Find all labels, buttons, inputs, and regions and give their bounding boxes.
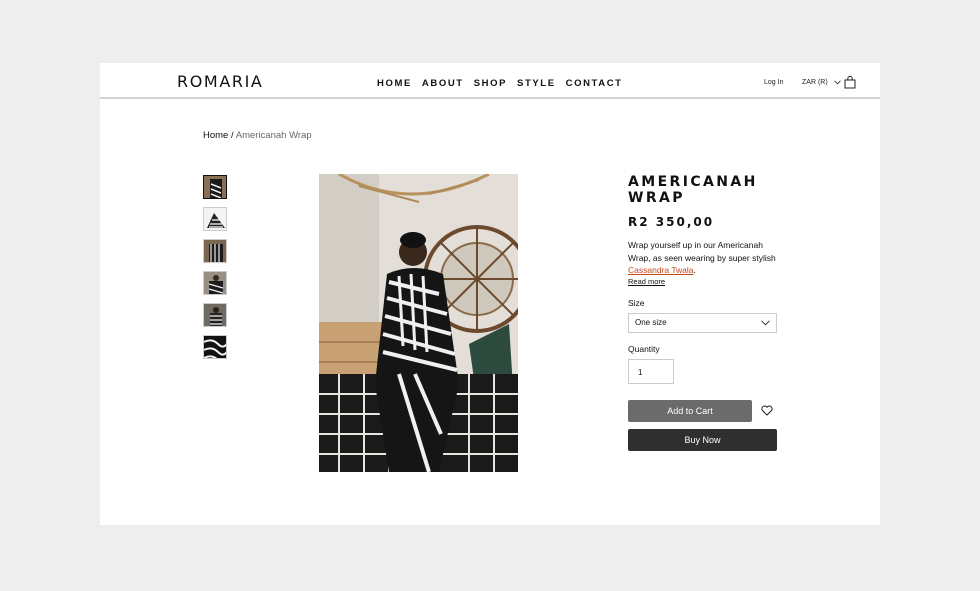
main-nav: HOME ABOUT SHOP STYLE CONTACT bbox=[377, 78, 623, 89]
currency-label: ZAR (R) bbox=[802, 79, 828, 86]
thumbnail-1[interactable] bbox=[203, 175, 227, 199]
add-to-cart-button[interactable]: Add to Cart bbox=[628, 399, 752, 422]
breadcrumb-home[interactable]: Home bbox=[203, 130, 228, 141]
currency-selector[interactable]: ZAR (R) bbox=[802, 79, 841, 86]
thumbnail-2[interactable] bbox=[203, 207, 227, 231]
buy-now-button[interactable]: Buy Now bbox=[628, 428, 777, 451]
read-more-link[interactable]: Read more bbox=[628, 277, 778, 286]
chevron-down-icon bbox=[833, 80, 841, 85]
heart-icon[interactable] bbox=[761, 405, 773, 416]
thumbnail-3[interactable] bbox=[203, 239, 227, 263]
breadcrumb-separator: / bbox=[228, 130, 236, 141]
shopping-bag-icon[interactable] bbox=[844, 76, 856, 89]
nav-contact[interactable]: CONTACT bbox=[566, 78, 623, 89]
product-price: R2 350,00 bbox=[628, 215, 715, 229]
nav-home[interactable]: HOME bbox=[377, 78, 412, 89]
cart-row: Add to Cart bbox=[628, 399, 778, 422]
thumbnail-5[interactable] bbox=[203, 303, 227, 327]
description-suffix: . bbox=[693, 265, 696, 275]
site-header: ROMARIA HOME ABOUT SHOP STYLE CONTACT Lo… bbox=[100, 63, 880, 99]
breadcrumb-current: Americanah Wrap bbox=[235, 130, 312, 141]
quantity-input[interactable]: 1 bbox=[628, 358, 674, 384]
site-logo[interactable]: ROMARIA bbox=[177, 72, 263, 91]
breadcrumb: Home / Americanah Wrap bbox=[203, 130, 312, 141]
description-link[interactable]: Cassandra Twala bbox=[628, 265, 694, 275]
product-page: ROMARIA HOME ABOUT SHOP STYLE CONTACT Lo… bbox=[100, 63, 880, 525]
thumbnail-gallery bbox=[203, 175, 227, 367]
size-value: One size bbox=[635, 318, 667, 327]
thumbnail-4[interactable] bbox=[203, 271, 227, 295]
main-product-image[interactable] bbox=[319, 174, 518, 472]
size-label: Size bbox=[628, 297, 645, 308]
login-link[interactable]: Log In bbox=[764, 79, 783, 86]
thumbnail-6[interactable] bbox=[203, 335, 227, 359]
product-title: AMERICANAH WRAP bbox=[628, 174, 758, 206]
chevron-down-icon bbox=[761, 319, 770, 326]
nav-shop[interactable]: SHOP bbox=[474, 78, 507, 89]
product-info: AMERICANAH WRAP R2 350,00 Wrap yourself … bbox=[628, 174, 778, 451]
nav-style[interactable]: STYLE bbox=[517, 78, 556, 89]
quantity-label: Quantity bbox=[628, 343, 660, 354]
product-description: Wrap yourself up in our Americanah Wrap,… bbox=[628, 239, 778, 277]
nav-about[interactable]: ABOUT bbox=[422, 78, 464, 89]
size-select[interactable]: One size bbox=[628, 312, 777, 333]
description-text: Wrap yourself up in our Americanah Wrap,… bbox=[628, 240, 776, 263]
